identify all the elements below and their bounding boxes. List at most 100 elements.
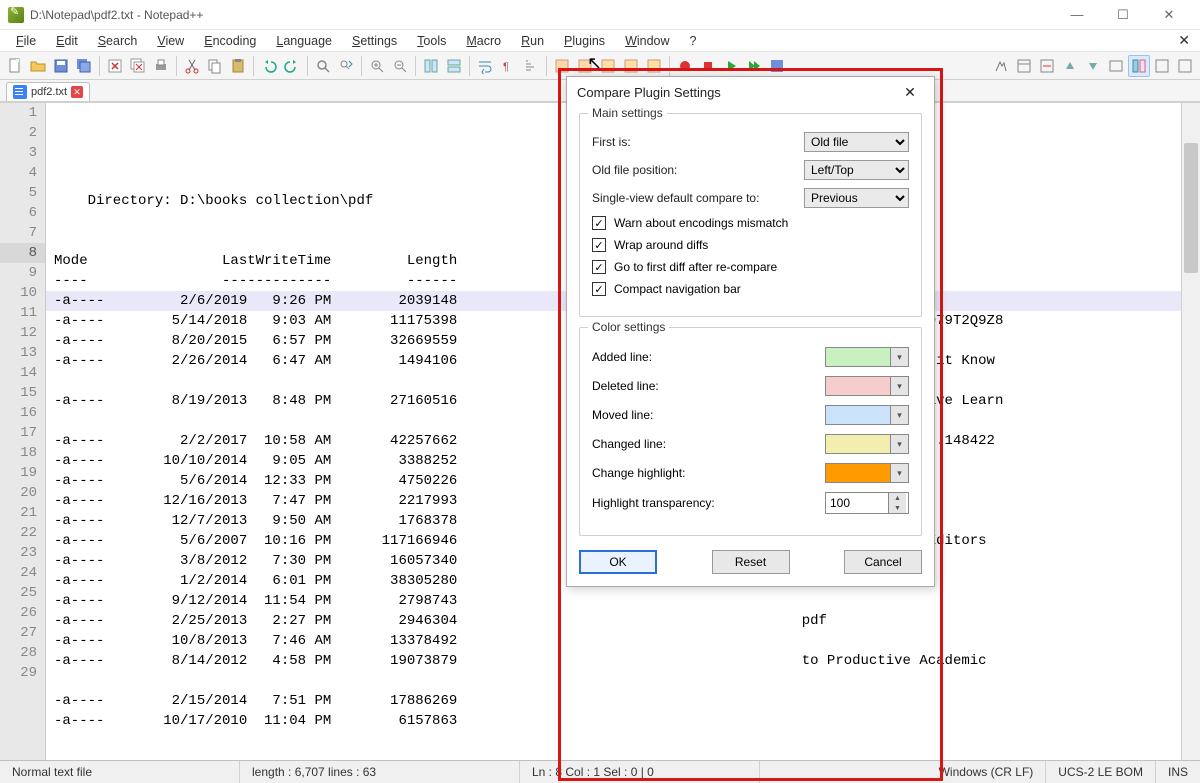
old-pos-select[interactable]: Left/Top [804, 160, 909, 180]
wordwrap-icon[interactable] [474, 55, 496, 77]
menu-close-doc[interactable]: ✕ [1178, 32, 1190, 49]
menu-run[interactable]: Run [511, 32, 554, 50]
tool-generic-3[interactable] [597, 55, 619, 77]
tab-pdf2[interactable]: pdf2.txt ✕ [6, 82, 90, 101]
chk-compact[interactable]: ✓Compact navigation bar [592, 282, 909, 296]
tab-close-icon[interactable]: ✕ [71, 86, 83, 98]
show-all-chars-icon[interactable]: ¶ [497, 55, 519, 77]
zoom-in-icon[interactable] [366, 55, 388, 77]
indent-guide-icon[interactable] [520, 55, 542, 77]
close-file-icon[interactable] [104, 55, 126, 77]
tool-right-5[interactable] [1151, 55, 1173, 77]
menu-macro[interactable]: Macro [456, 32, 511, 50]
save-all-icon[interactable] [73, 55, 95, 77]
undo-icon[interactable] [258, 55, 280, 77]
tool-right-6[interactable] [1174, 55, 1196, 77]
spin-down-icon[interactable]: ▼ [889, 503, 906, 513]
tool-generic-2[interactable] [574, 55, 596, 77]
text-row[interactable]: -a---- 10/17/2010 11:04 PM 6157863 [46, 711, 1200, 731]
first-is-label: First is: [592, 135, 804, 149]
replace-icon[interactable] [335, 55, 357, 77]
close-all-icon[interactable] [127, 55, 149, 77]
minimize-button[interactable]: — [1054, 0, 1100, 30]
chk-wrap[interactable]: ✓Wrap around diffs [592, 238, 909, 252]
menu-search[interactable]: Search [88, 32, 148, 50]
chk-goto[interactable]: ✓Go to first diff after re-compare [592, 260, 909, 274]
cancel-button[interactable]: Cancel [844, 550, 922, 574]
first-is-select[interactable]: Old file [804, 132, 909, 152]
open-file-icon[interactable] [27, 55, 49, 77]
maximize-button[interactable]: ☐ [1100, 0, 1146, 30]
save-macro-icon[interactable] [766, 55, 788, 77]
copy-icon[interactable] [204, 55, 226, 77]
paste-icon[interactable] [227, 55, 249, 77]
tool-generic-5[interactable] [643, 55, 665, 77]
redo-icon[interactable] [281, 55, 303, 77]
chevron-down-icon[interactable]: ▾ [890, 464, 908, 482]
text-row[interactable]: -a---- 10/8/2013 7:46 AM 13378492 [46, 631, 1200, 651]
moved-color[interactable]: ▾ [825, 405, 909, 425]
status-ins[interactable]: INS [1156, 761, 1200, 783]
stop-macro-icon[interactable] [697, 55, 719, 77]
spin-up-icon[interactable]: ▲ [889, 493, 906, 503]
record-macro-icon[interactable] [674, 55, 696, 77]
sync-h-icon[interactable] [443, 55, 465, 77]
menu-plugins[interactable]: Plugins [554, 32, 615, 50]
title-bar: D:\Notepad\pdf2.txt - Notepad++ — ☐ ✕ [0, 0, 1200, 30]
chevron-down-icon[interactable]: ▾ [890, 406, 908, 424]
menu-tools[interactable]: Tools [407, 32, 456, 50]
tool-right-1[interactable] [990, 55, 1012, 77]
changed-color[interactable]: ▾ [825, 434, 909, 454]
menu-language[interactable]: Language [266, 32, 342, 50]
menu-settings[interactable]: Settings [342, 32, 407, 50]
dialog-title: Compare Plugin Settings [577, 85, 721, 100]
single-view-select[interactable]: Previous [804, 188, 909, 208]
chevron-down-icon[interactable]: ▾ [890, 435, 908, 453]
deleted-color[interactable]: ▾ [825, 376, 909, 396]
highlight-color[interactable]: ▾ [825, 463, 909, 483]
menu-window[interactable]: Window [615, 32, 679, 50]
chevron-down-icon[interactable]: ▾ [890, 377, 908, 395]
status-pos: Ln : 8 Col : 1 Sel : 0 | 0 [520, 761, 760, 783]
tool-generic-1[interactable] [551, 55, 573, 77]
text-row[interactable]: -a---- 8/14/2012 4:58 PM 19073879 to Pro… [46, 651, 1200, 671]
added-color[interactable]: ▾ [825, 347, 909, 367]
sync-v-icon[interactable] [420, 55, 442, 77]
text-row[interactable]: -a---- 2/15/2014 7:51 PM 17886269 [46, 691, 1200, 711]
chk-encodings[interactable]: ✓Warn about encodings mismatch [592, 216, 909, 230]
menu-encoding[interactable]: Encoding [194, 32, 266, 50]
ok-button[interactable]: OK [579, 550, 657, 574]
tool-right-4[interactable] [1105, 55, 1127, 77]
line-number: 19 [0, 463, 45, 483]
dialog-close-icon[interactable]: ✕ [896, 81, 924, 103]
zoom-out-icon[interactable] [389, 55, 411, 77]
close-button[interactable]: ✕ [1146, 0, 1192, 30]
new-file-icon[interactable] [4, 55, 26, 77]
text-row[interactable] [46, 671, 1200, 691]
tool-generic-4[interactable] [620, 55, 642, 77]
reset-button[interactable]: Reset [712, 550, 790, 574]
text-row[interactable]: -a---- 2/25/2013 2:27 PM 2946304 pdf [46, 611, 1200, 631]
menu-view[interactable]: View [147, 32, 194, 50]
cut-icon[interactable] [181, 55, 203, 77]
print-icon[interactable] [150, 55, 172, 77]
menu-edit[interactable]: Edit [46, 32, 88, 50]
menu-file[interactable]: File [6, 32, 46, 50]
doc-map-icon[interactable] [1128, 55, 1150, 77]
tri-up-icon[interactable] [1059, 55, 1081, 77]
tri-down-icon[interactable] [1082, 55, 1104, 77]
text-row[interactable]: -a---- 9/12/2014 11:54 PM 2798743 [46, 591, 1200, 611]
transparency-input[interactable] [826, 493, 888, 513]
find-icon[interactable] [312, 55, 334, 77]
transparency-spinner[interactable]: ▲▼ [825, 492, 909, 514]
menu-help[interactable]: ? [680, 32, 707, 50]
chevron-down-icon[interactable]: ▾ [890, 348, 908, 366]
save-icon[interactable] [50, 55, 72, 77]
status-encoding[interactable]: UCS-2 LE BOM [1046, 761, 1156, 783]
play-multi-icon[interactable] [743, 55, 765, 77]
tool-right-2[interactable] [1013, 55, 1035, 77]
scrollbar-thumb[interactable] [1184, 143, 1198, 273]
play-macro-icon[interactable] [720, 55, 742, 77]
tool-right-3[interactable] [1036, 55, 1058, 77]
status-eol[interactable]: Windows (CR LF) [927, 761, 1047, 783]
